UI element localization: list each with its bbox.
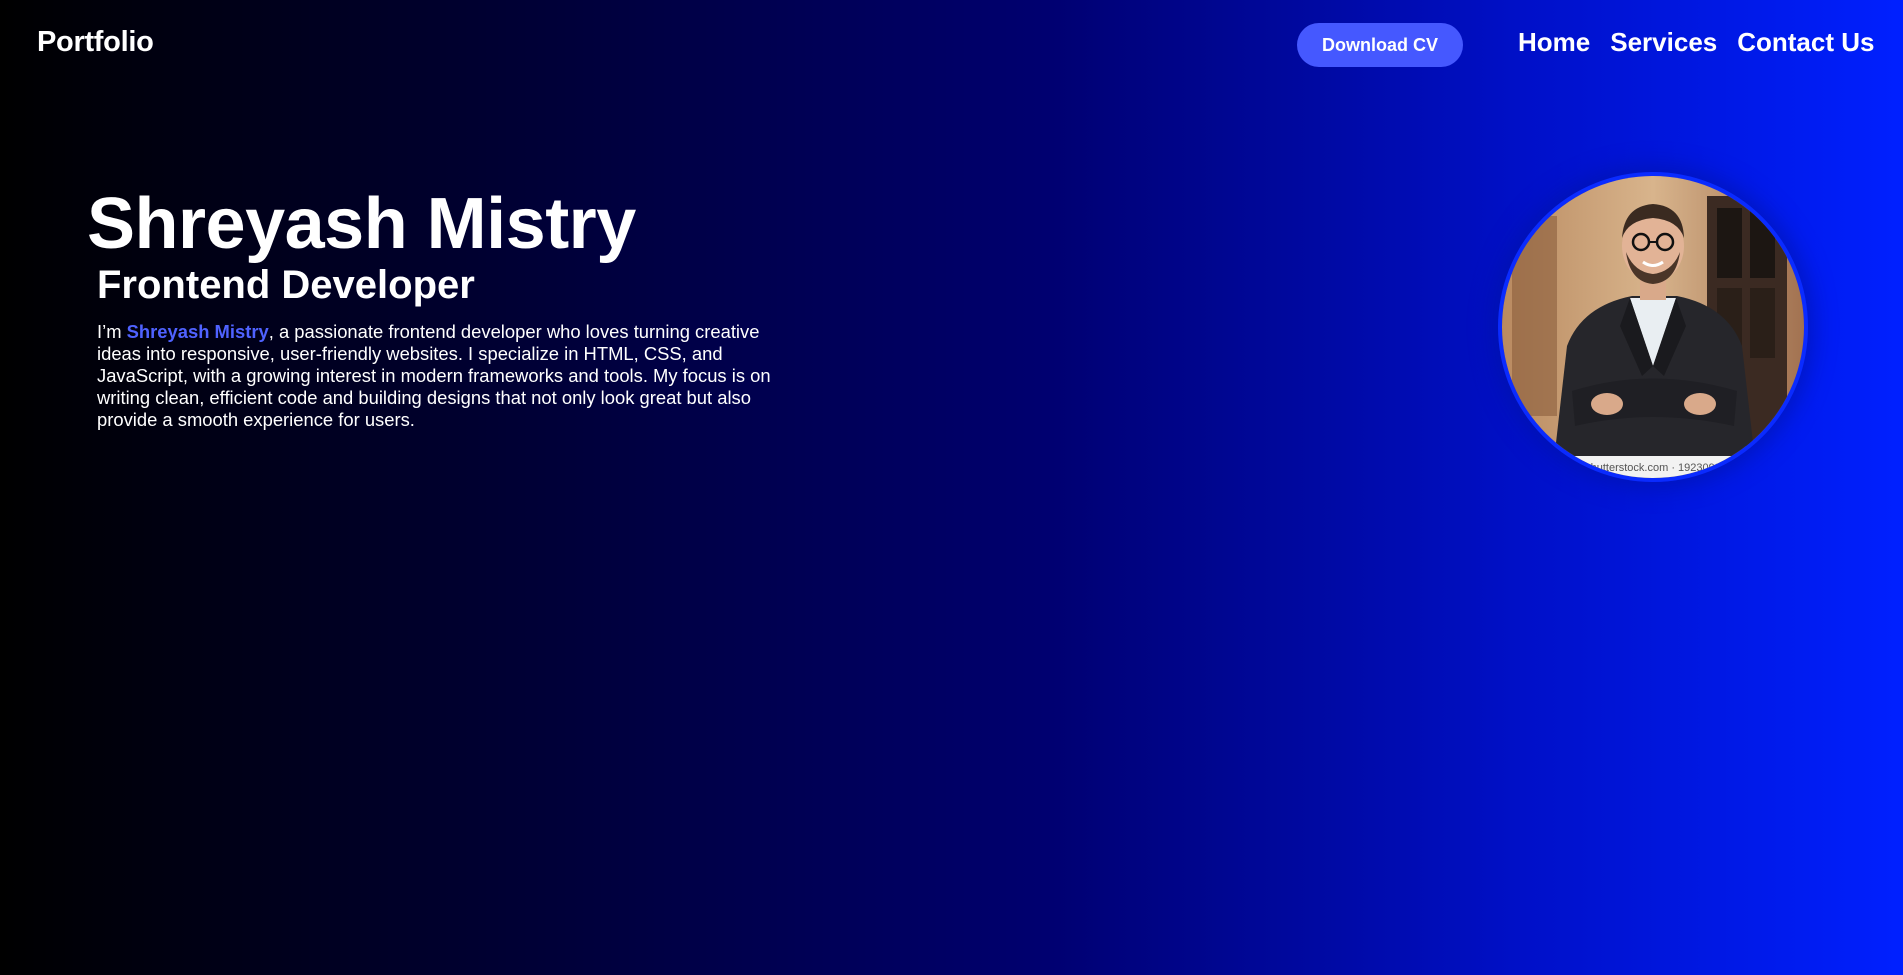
nav-menu: Home Services Contact Us [1518, 29, 1874, 55]
hero-role: Frontend Developer [97, 263, 475, 307]
bio-prefix: I’m [97, 321, 127, 342]
nav-link-services[interactable]: Services [1610, 29, 1717, 55]
profile-photo: shutterstock.com · 1923098 [1498, 172, 1808, 482]
nav-link-contact-us[interactable]: Contact Us [1737, 29, 1874, 55]
download-cv-button[interactable]: Download CV [1297, 23, 1463, 67]
hero-bio: I’m Shreyash Mistry, a passionate fronte… [97, 321, 802, 431]
site-logo[interactable]: Portfolio [37, 28, 154, 57]
hero-name: Shreyash Mistry [87, 184, 636, 264]
photo-watermark: shutterstock.com · 1923098 [1585, 462, 1721, 474]
bio-name-highlight: Shreyash Mistry [126, 321, 269, 342]
nav-link-home[interactable]: Home [1518, 29, 1590, 55]
profile-photo-illustration: shutterstock.com · 1923098 [1502, 176, 1804, 478]
navbar: Portfolio Download CV Home Services Cont… [0, 0, 1903, 90]
